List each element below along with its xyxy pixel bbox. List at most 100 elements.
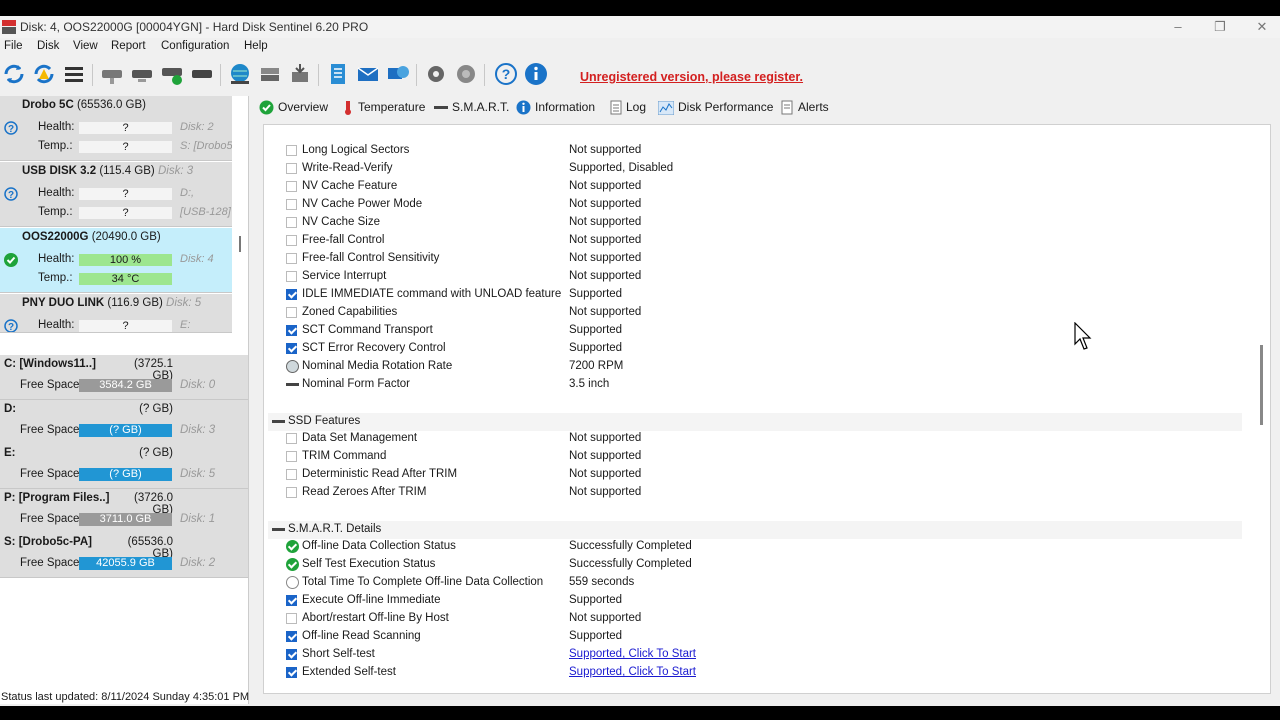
info-icon <box>516 100 531 115</box>
info-value: 7200 RPM <box>569 360 624 372</box>
volume-item[interactable]: S: [Drobo5c-PA] (65536.0 GB) Free Space 420… <box>0 533 248 578</box>
info-value: Not supported <box>569 306 642 318</box>
svg-text:?: ? <box>502 66 511 82</box>
checkbox-off-icon <box>286 181 297 192</box>
checkbox-on-icon <box>286 649 297 660</box>
disk-flat-icon[interactable] <box>190 62 214 86</box>
disk-item[interactable]: OOS22000G (20490.0 GB) Health: 100 % Disk:… <box>0 228 232 293</box>
tab-smart-label: S.M.A.R.T. <box>452 100 510 114</box>
health-label: Health: <box>38 121 75 133</box>
settings-icon[interactable] <box>424 62 448 86</box>
window-title: Disk: 4, OOS22000G [00004YGN] - Hard Dis… <box>20 20 369 34</box>
info-name: Service Interrupt <box>302 270 387 282</box>
menu-configuration[interactable]: Configuration <box>161 40 229 52</box>
disk-list-icon[interactable] <box>62 62 86 86</box>
refresh-icon[interactable] <box>2 62 26 86</box>
unknown-status-icon: ? <box>4 121 18 135</box>
health-ok-icon <box>4 253 18 267</box>
volume-item[interactable]: E: (? GB) Free Space (? GB) Disk: 5 <box>0 444 248 489</box>
toolbar-separator <box>220 64 221 86</box>
info-name: Deterministic Read After TRIM <box>302 468 458 480</box>
minimize-button[interactable]: – <box>1156 16 1200 38</box>
info-value: Not supported <box>569 270 642 282</box>
status-text: Status last updated: 8/11/2024 Sunday 4:… <box>1 691 250 703</box>
tab-log[interactable]: Log <box>610 96 646 118</box>
app-logo-icon <box>2 20 16 34</box>
health-bar: ? <box>79 122 172 134</box>
info-name: Abort/restart Off-line By Host <box>302 612 449 624</box>
email-icon[interactable] <box>356 62 380 86</box>
disk-save-icon[interactable] <box>288 62 312 86</box>
volume-item[interactable]: P: [Program Files..] (3726.0 GB) Free Spac… <box>0 489 248 534</box>
info-name: Self Test Execution Status <box>302 558 436 570</box>
info-row: Total Time To Complete Off-line Data Col… <box>264 575 1254 593</box>
start-test-link[interactable]: Supported, Click To Start <box>569 648 696 660</box>
disk-item[interactable]: PNY DUO LINK (116.9 GB) Disk: 5? Health:?… <box>0 294 232 333</box>
disk-name-line: OOS22000G (20490.0 GB) <box>22 231 161 243</box>
register-link[interactable]: Unregistered version, please register. <box>580 70 803 84</box>
close-button[interactable]: ✕ <box>1240 16 1280 38</box>
info-value: 3.5 inch <box>569 378 610 390</box>
globe-icon[interactable] <box>228 62 252 86</box>
advanced-settings-icon[interactable] <box>454 62 478 86</box>
refresh-warning-icon[interactable] <box>32 62 56 86</box>
info-value: Not supported <box>569 450 642 462</box>
tab-overview[interactable]: Overview <box>259 96 328 118</box>
tab-information[interactable]: Information <box>516 96 595 118</box>
check-circle-icon <box>259 100 274 115</box>
menu-help[interactable]: Help <box>244 40 268 52</box>
info-row: Nominal Form Factor 3.5 inch <box>264 377 1254 395</box>
menu-view[interactable]: View <box>73 40 98 52</box>
toolbar: ? Unregistered version, please register. <box>0 58 1280 92</box>
disk-check-icon[interactable] <box>160 62 184 86</box>
info-name: IDLE IMMEDIATE command with UNLOAD featu… <box>302 288 562 300</box>
free-space-label: Free Space <box>20 557 80 569</box>
send-report-icon[interactable] <box>386 62 410 86</box>
tab-smart[interactable]: S.M.A.R.T. <box>434 96 509 118</box>
info-icon[interactable] <box>524 62 548 86</box>
menu-file[interactable]: File <box>4 40 23 52</box>
help-icon[interactable]: ? <box>494 62 518 86</box>
disk-number: Disk: 3 <box>157 165 194 177</box>
start-test-link[interactable]: Supported, Click To Start <box>569 666 696 678</box>
title-bar: Disk: 4, OOS22000G [00004YGN] - Hard Dis… <box>0 16 1280 38</box>
info-row: Nominal Media Rotation Rate 7200 RPM <box>264 359 1254 377</box>
checkbox-off-icon <box>286 271 297 282</box>
temp-label: Temp.: <box>38 140 73 152</box>
info-value: Supported <box>569 630 623 642</box>
disk-remove-icon[interactable] <box>130 62 154 86</box>
maximize-button[interactable]: ❐ <box>1198 16 1242 38</box>
section-header[interactable]: SSD Features <box>268 413 1242 431</box>
tab-alerts[interactable]: Alerts <box>780 96 829 118</box>
volume-item[interactable]: D: (? GB) Free Space (? GB) Disk: 3 <box>0 400 248 445</box>
section-header[interactable]: S.M.A.R.T. Details <box>268 521 1242 539</box>
health-bar: ? <box>79 320 172 332</box>
info-name: Read Zeroes After TRIM <box>302 486 427 498</box>
info-name: Total Time To Complete Off-line Data Col… <box>302 576 544 588</box>
volume-item[interactable]: C: [Windows11..] (3725.1 GB) Free Space 358… <box>0 355 248 400</box>
report-icon[interactable] <box>326 62 350 86</box>
information-scrollbar[interactable] <box>1260 345 1263 425</box>
disk-gray-icon[interactable] <box>100 62 124 86</box>
info-name: Nominal Media Rotation Rate <box>302 360 453 372</box>
disk-item[interactable]: USB DISK 3.2 (115.4 GB) Disk: 3? Health:?… <box>0 162 232 227</box>
tab-temperature[interactable]: Temperature <box>342 96 425 118</box>
disk-item[interactable]: Drobo 5C (65536.0 GB) ? Health:? Disk: 2 Te… <box>0 96 232 161</box>
free-space-bar: 3584.2 GB <box>79 379 172 392</box>
menu-disk[interactable]: Disk <box>37 40 59 52</box>
info-name: Long Logical Sectors <box>302 144 410 156</box>
tab-alerts-label: Alerts <box>798 100 829 114</box>
disk-model: USB DISK 3.2 <box>22 165 97 177</box>
disk-list-scrollbar[interactable] <box>239 236 241 252</box>
info-name: NV Cache Feature <box>302 180 398 192</box>
tab-disk-performance[interactable]: Disk Performance <box>658 96 773 118</box>
disk-network-icon[interactable] <box>258 62 282 86</box>
info-name: SCT Command Transport <box>302 324 433 336</box>
thermometer-icon <box>345 101 351 116</box>
health-label: Health: <box>38 319 75 331</box>
menu-report[interactable]: Report <box>111 40 146 52</box>
checkbox-off-icon <box>286 145 297 156</box>
info-value: Supported, Disabled <box>569 162 674 174</box>
performance-icon <box>658 100 674 115</box>
info-name: NV Cache Size <box>302 216 380 228</box>
